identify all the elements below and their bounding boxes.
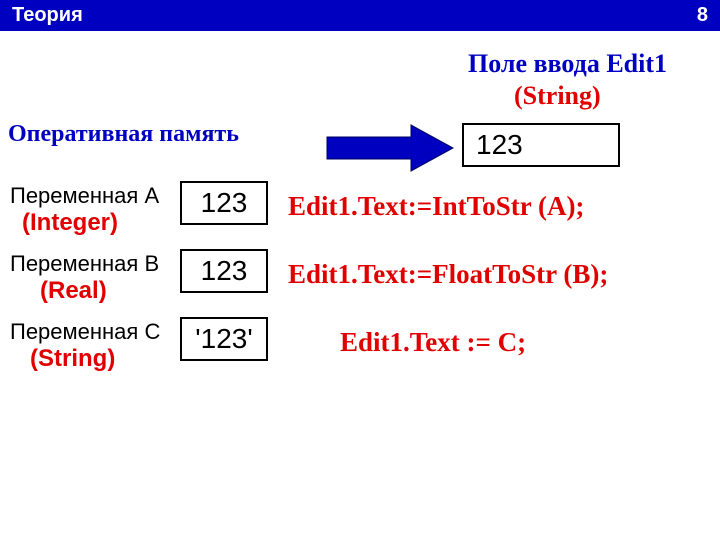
code-line-b: Edit1.Text:=FloatToStr (B); bbox=[288, 259, 608, 290]
edit-field-box: 123 bbox=[462, 123, 620, 167]
edit-field-value: 123 bbox=[476, 129, 523, 161]
var-b-name: Переменная B bbox=[10, 251, 159, 277]
var-c-name: Переменная C bbox=[10, 319, 160, 345]
memory-heading: Оперативная память bbox=[8, 121, 239, 148]
var-b-value: 123 bbox=[201, 255, 248, 287]
var-a-type: (Integer) bbox=[22, 209, 118, 237]
arrow-icon bbox=[325, 123, 455, 173]
edit-field-title: Поле ввода Edit1 bbox=[468, 49, 667, 79]
var-b-type: (Real) bbox=[40, 277, 107, 305]
slide-body: Оперативная память Переменная A (Integer… bbox=[0, 31, 720, 539]
var-b-cell: 123 bbox=[180, 249, 268, 293]
var-a-value: 123 bbox=[201, 187, 248, 219]
var-a-cell: 123 bbox=[180, 181, 268, 225]
var-c-value: '123' bbox=[195, 323, 252, 355]
slide-number: 8 bbox=[697, 4, 708, 27]
code-line-a: Edit1.Text:=IntToStr (A); bbox=[288, 191, 584, 222]
var-c-type: (String) bbox=[30, 345, 115, 373]
code-line-c: Edit1.Text := C; bbox=[340, 327, 526, 358]
edit-field-type: (String) bbox=[514, 81, 601, 111]
slide-header: Теория 8 bbox=[0, 0, 720, 31]
var-a-name: Переменная A bbox=[10, 183, 159, 209]
var-c-cell: '123' bbox=[180, 317, 268, 361]
slide-title: Теория bbox=[12, 4, 83, 27]
